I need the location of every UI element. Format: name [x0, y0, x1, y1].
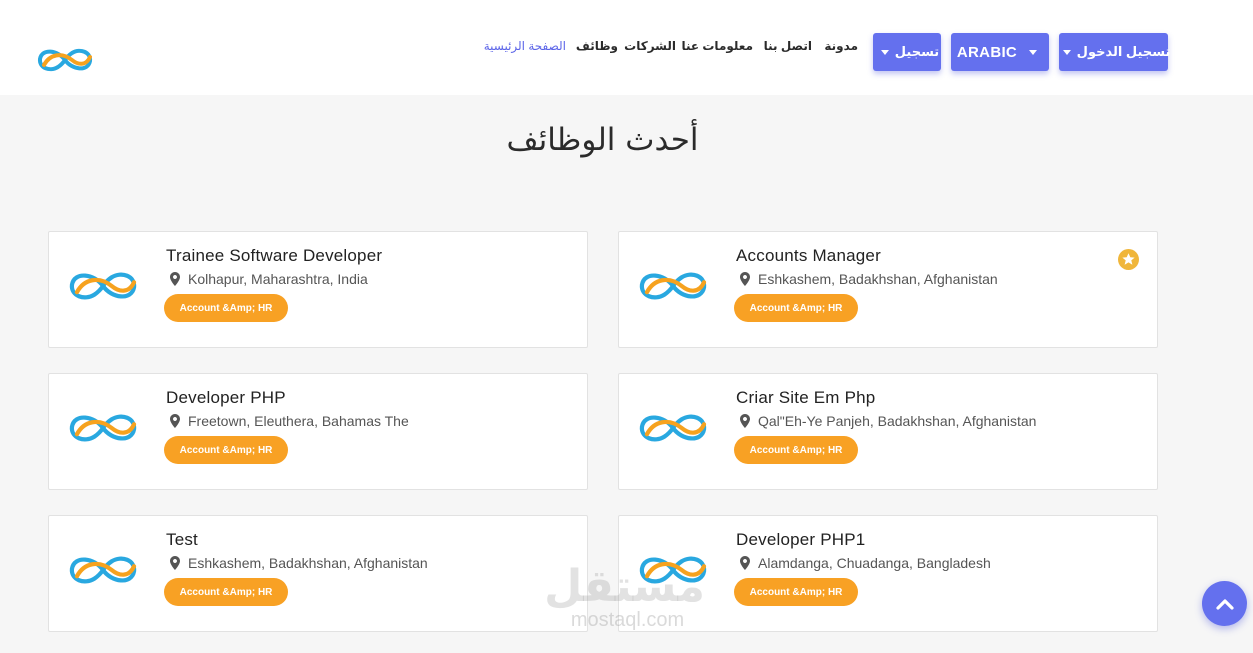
job-card[interactable]: Test Eshkashem, Badakhshan, Afghanistan … [48, 515, 588, 632]
job-title[interactable]: Developer PHP1 [736, 530, 865, 550]
nav-link-about[interactable]: معلومات عنا [681, 39, 753, 53]
nav-link-jobs[interactable]: وظائف [576, 39, 618, 53]
map-pin-icon [740, 414, 750, 428]
star-badge-icon [1118, 249, 1139, 270]
job-category-tag[interactable]: Account &Amp; HR [164, 294, 288, 322]
job-category-tag[interactable]: Account &Amp; HR [734, 294, 858, 322]
job-location: Eshkashem, Badakhshan, Afghanistan [170, 555, 428, 571]
company-logo-icon [69, 272, 137, 300]
company-logo-icon [639, 414, 707, 442]
job-location: Qal"Eh-Ye Panjeh, Badakhshan, Afghanista… [740, 413, 1036, 429]
job-title[interactable]: Accounts Manager [736, 246, 881, 266]
nav-link-home[interactable]: الصفحة الرئيسية [484, 39, 566, 53]
job-category-tag[interactable]: Account &Amp; HR [734, 436, 858, 464]
language-dropdown-button[interactable]: ARABIC [951, 33, 1049, 71]
job-title[interactable]: Test [166, 530, 198, 550]
nav-link-contact[interactable]: اتصل بنا [764, 39, 812, 53]
job-location: Freetown, Eleuthera, Bahamas The [170, 413, 409, 429]
job-card[interactable]: Developer PHP Freetown, Eleuthera, Baham… [48, 373, 588, 490]
job-category-tag[interactable]: Account &Amp; HR [164, 436, 288, 464]
job-category-tag[interactable]: Account &Amp; HR [164, 578, 288, 606]
map-pin-icon [170, 414, 180, 428]
site-header: الصفحة الرئيسية وظائف الشركات معلومات عن… [0, 0, 1253, 95]
job-location: Kolhapur, Maharashtra, India [170, 271, 368, 287]
nav-link-companies[interactable]: الشركات [624, 39, 676, 53]
job-title[interactable]: Developer PHP [166, 388, 286, 408]
register-dropdown-button[interactable]: تسجيل [873, 33, 941, 71]
job-card[interactable]: Criar Site Em Php Qal"Eh-Ye Panjeh, Bada… [618, 373, 1158, 490]
login-dropdown-button[interactable]: تسجيل الدخول [1059, 33, 1170, 71]
caret-down-icon [1029, 49, 1038, 55]
page-title: أحدث الوظائف [506, 122, 699, 158]
company-logo-icon [639, 556, 707, 584]
chevron-up-icon [1215, 598, 1234, 610]
caret-down-icon [1062, 49, 1071, 55]
caret-down-icon [880, 49, 889, 55]
job-card[interactable]: Trainee Software Developer Kolhapur, Mah… [48, 231, 588, 348]
nav-link-blog[interactable]: مدونة [824, 39, 858, 53]
map-pin-icon [170, 272, 180, 286]
job-location: Eshkashem, Badakhshan, Afghanistan [740, 271, 998, 287]
job-title[interactable]: Criar Site Em Php [736, 388, 875, 408]
job-location: Alamdanga, Chuadanga, Bangladesh [740, 555, 991, 571]
job-card[interactable]: Accounts Manager Eshkashem, Badakhshan, … [618, 231, 1158, 348]
job-category-tag[interactable]: Account &Amp; HR [734, 578, 858, 606]
company-logo-icon [69, 414, 137, 442]
job-card[interactable]: Developer PHP1 Alamdanga, Chuadanga, Ban… [618, 515, 1158, 632]
map-pin-icon [740, 556, 750, 570]
site-logo-icon[interactable] [36, 44, 94, 76]
map-pin-icon [740, 272, 750, 286]
company-logo-icon [639, 272, 707, 300]
job-title[interactable]: Trainee Software Developer [166, 246, 382, 266]
company-logo-icon [69, 556, 137, 584]
back-to-top-button[interactable] [1202, 581, 1247, 626]
map-pin-icon [170, 556, 180, 570]
